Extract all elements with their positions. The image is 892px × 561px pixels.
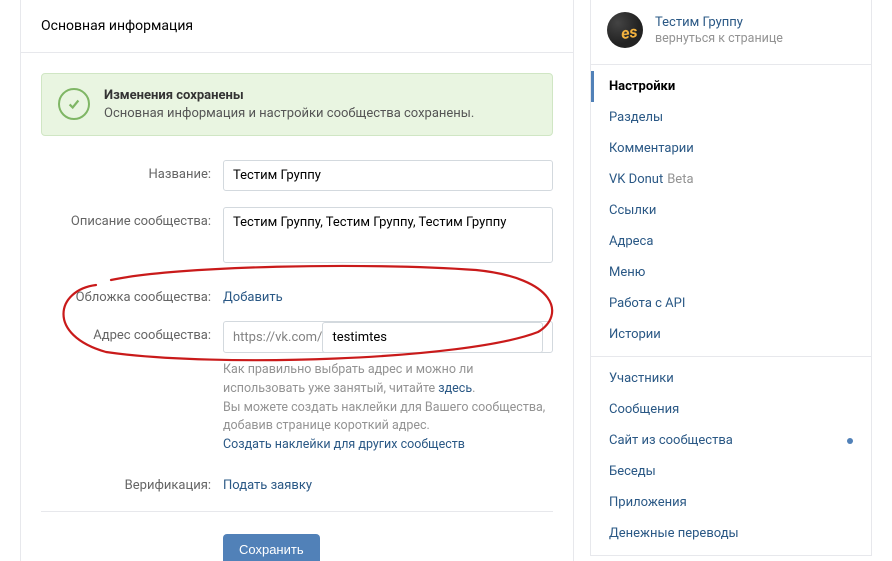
success-text: Основная информация и настройки сообщест… bbox=[104, 106, 474, 121]
address-input[interactable] bbox=[322, 322, 543, 353]
cover-label: Обложка сообщества: bbox=[41, 283, 223, 305]
address-label: Адрес сообщества: bbox=[41, 321, 223, 343]
nav-item-работа-с-api[interactable]: Работа с API bbox=[591, 288, 871, 319]
success-banner: Изменения сохранены Основная информация … bbox=[41, 73, 553, 136]
page-title: Основная информация bbox=[21, 0, 573, 53]
settings-nav: НастройкиРазделыКомментарииVK DonutBetaС… bbox=[590, 64, 872, 556]
description-label: Описание сообщества: bbox=[41, 207, 223, 229]
nav-divider bbox=[591, 356, 871, 357]
nav-item-истории[interactable]: Истории bbox=[591, 319, 871, 350]
verification-label: Верификация: bbox=[41, 471, 223, 493]
apply-verification-link[interactable]: Подать заявку bbox=[223, 478, 312, 493]
divider bbox=[41, 511, 553, 512]
beta-tag: Beta bbox=[667, 172, 693, 187]
nav-item-участники[interactable]: Участники bbox=[591, 363, 871, 394]
nav-item-адреса[interactable]: Адреса bbox=[591, 226, 871, 257]
nav-item-сайт-из-сообщества[interactable]: Сайт из сообщества bbox=[591, 425, 871, 456]
name-label: Название: bbox=[41, 160, 223, 182]
nav-item-приложения[interactable]: Приложения bbox=[591, 487, 871, 518]
address-help: Как правильно выбрать адрес и можно ли и… bbox=[223, 361, 553, 455]
nav-item-настройки[interactable]: Настройки bbox=[591, 71, 871, 102]
nav-item-меню[interactable]: Меню bbox=[591, 257, 871, 288]
nav-item-ссылки[interactable]: Ссылки bbox=[591, 195, 871, 226]
nav-item-денежные-переводы[interactable]: Денежные переводы bbox=[591, 518, 871, 549]
create-stickers-link[interactable]: Создать наклейки для других сообществ bbox=[223, 437, 465, 452]
name-input[interactable] bbox=[223, 160, 553, 191]
nav-item-разделы[interactable]: Разделы bbox=[591, 102, 871, 133]
avatar-text: es bbox=[620, 21, 639, 42]
description-textarea[interactable]: Тестим Группу, Тестим Группу, Тестим Гру… bbox=[223, 207, 553, 263]
nav-item-беседы[interactable]: Беседы bbox=[591, 456, 871, 487]
add-cover-link[interactable]: Добавить bbox=[223, 290, 283, 305]
address-input-wrap[interactable]: https://vk.com/ bbox=[223, 321, 553, 353]
check-circle-icon bbox=[58, 88, 90, 120]
nav-item-комментарии[interactable]: Комментарии bbox=[591, 133, 871, 164]
nav-item-vk-donut[interactable]: VK DonutBeta bbox=[591, 164, 871, 195]
address-prefix: https://vk.com/ bbox=[233, 330, 322, 345]
group-name-link[interactable]: Тестим Группу bbox=[655, 15, 783, 30]
group-header: es Тестим Группу вернуться к странице bbox=[590, 0, 872, 64]
notification-dot-icon bbox=[847, 438, 853, 444]
avatar[interactable]: es bbox=[607, 12, 643, 48]
address-help-link[interactable]: здесь bbox=[438, 381, 472, 396]
back-to-page-link[interactable]: вернуться к странице bbox=[655, 31, 783, 46]
save-button[interactable]: Сохранить bbox=[223, 534, 320, 561]
success-title: Изменения сохранены bbox=[104, 88, 474, 103]
nav-item-сообщения[interactable]: Сообщения bbox=[591, 394, 871, 425]
